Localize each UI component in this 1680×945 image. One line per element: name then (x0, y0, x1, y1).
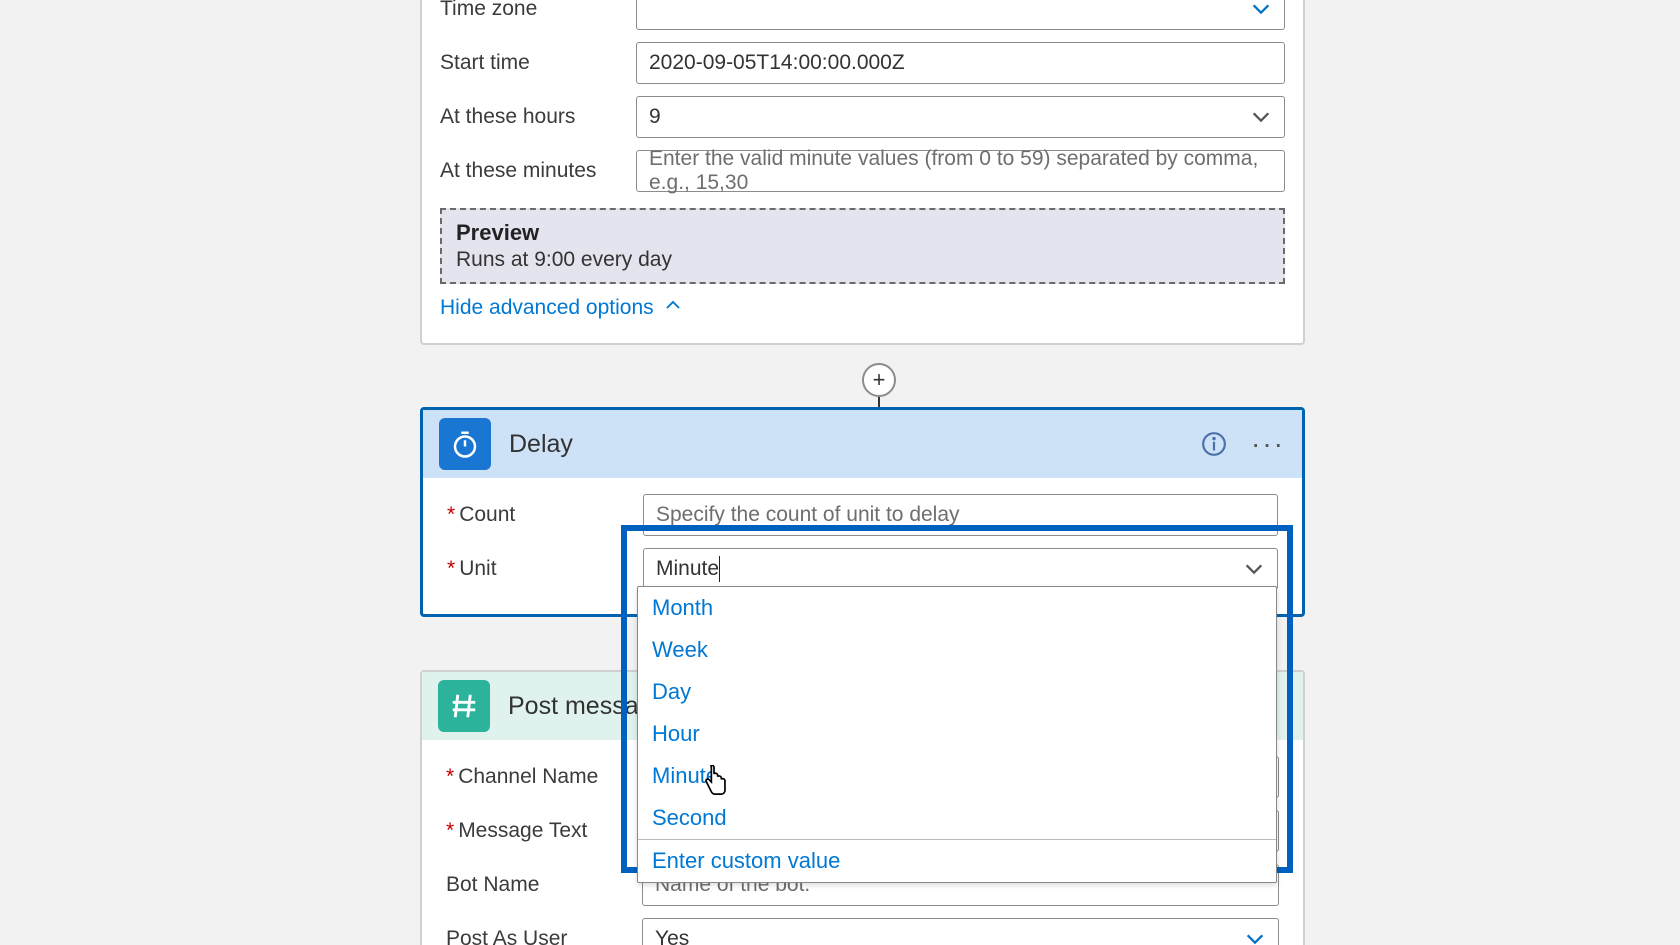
unit-select[interactable]: Minute (643, 548, 1278, 590)
at-hours-select[interactable]: 9 (636, 96, 1285, 138)
start-time-value: 2020-09-05T14:00:00.000Z (649, 51, 905, 75)
unit-option-hour[interactable]: Hour (638, 713, 1276, 755)
unit-option-day[interactable]: Day (638, 671, 1276, 713)
hide-advanced-toggle[interactable]: Hide advanced options (440, 296, 682, 320)
start-time-label: Start time (440, 51, 636, 75)
start-time-input[interactable]: 2020-09-05T14:00:00.000Z (636, 42, 1285, 84)
unit-value: Minute (656, 557, 719, 581)
at-minutes-input[interactable]: Enter the valid minute values (from 0 to… (636, 150, 1285, 192)
at-hours-value: 9 (649, 105, 661, 129)
row-start-time: Start time 2020-09-05T14:00:00.000Z (422, 36, 1303, 90)
unit-option-month[interactable]: Month (638, 587, 1276, 629)
recurrence-card: Time zone Start time 2020-09-05T14:00:00… (420, 0, 1305, 345)
at-minutes-label: At these minutes (440, 159, 636, 183)
timer-icon (439, 418, 491, 470)
count-input[interactable]: Specify the count of unit to delay (643, 494, 1278, 536)
post-as-user-value: Yes (655, 927, 689, 945)
delay-header[interactable]: Delay ··· (423, 410, 1302, 478)
hash-icon (438, 680, 490, 732)
row-at-hours: At these hours 9 (422, 90, 1303, 144)
cursor-pointer-icon (700, 765, 730, 805)
preview-box: Preview Runs at 9:00 every day (440, 208, 1285, 284)
post-as-user-label: Post As User (446, 927, 642, 945)
count-label: Count (447, 503, 643, 527)
row-post-as-user: Post As User Yes (428, 912, 1297, 945)
unit-option-minute[interactable]: Minute (638, 755, 1276, 797)
chevron-down-icon (1250, 0, 1272, 20)
row-time-zone: Time zone (422, 0, 1303, 36)
chevron-up-icon (664, 296, 682, 320)
more-menu[interactable]: ··· (1250, 426, 1286, 462)
unit-dropdown[interactable]: Month Week Day Hour Minute Second Enter … (637, 586, 1277, 883)
unit-option-week[interactable]: Week (638, 629, 1276, 671)
chevron-down-icon (1244, 928, 1266, 945)
post-as-user-select[interactable]: Yes (642, 918, 1279, 945)
hide-advanced-label: Hide advanced options (440, 296, 654, 320)
row-count: Count Specify the count of unit to delay (429, 488, 1296, 542)
add-step-button[interactable]: + (862, 363, 896, 397)
row-at-minutes: At these minutes Enter the valid minute … (422, 144, 1303, 198)
chevron-down-icon (1243, 558, 1265, 580)
bot-name-label: Bot Name (446, 873, 642, 897)
delay-title: Delay (509, 430, 1178, 459)
count-placeholder: Specify the count of unit to delay (656, 503, 960, 527)
channel-name-label: Channel Name (446, 765, 642, 789)
text-caret (719, 556, 720, 582)
preview-text: Runs at 9:00 every day (456, 248, 1269, 272)
preview-title: Preview (456, 220, 1269, 246)
message-text-label: Message Text (446, 819, 642, 843)
unit-option-custom[interactable]: Enter custom value (638, 839, 1276, 882)
chevron-down-icon (1250, 106, 1272, 128)
unit-option-second[interactable]: Second (638, 797, 1276, 839)
at-minutes-placeholder: Enter the valid minute values (from 0 to… (649, 147, 1272, 195)
info-icon[interactable] (1196, 426, 1232, 462)
at-hours-label: At these hours (440, 105, 636, 129)
time-zone-label: Time zone (440, 0, 636, 21)
time-zone-select[interactable] (636, 0, 1285, 30)
unit-label: Unit (447, 557, 643, 581)
